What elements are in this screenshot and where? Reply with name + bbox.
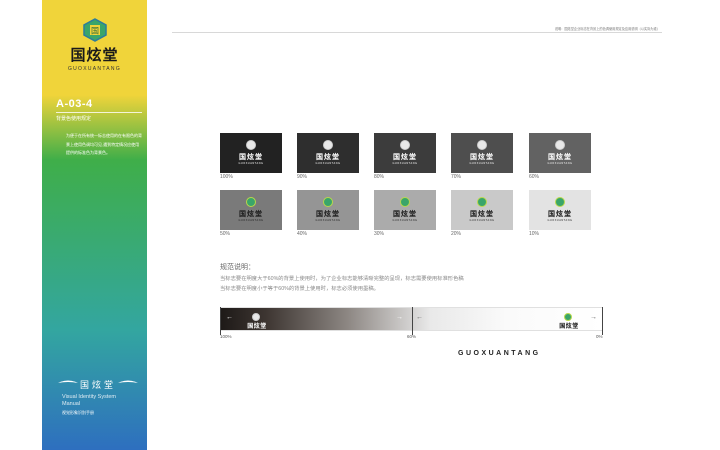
gradient-left-edge: [220, 307, 221, 335]
brand-name-en: GUOXUANTANG: [67, 66, 122, 72]
header-divider: [172, 32, 662, 33]
page-subtitle: 背景色使用规定: [56, 116, 92, 122]
swatch-percent-label: 70%: [451, 174, 462, 180]
color-swatch: 国炫堂 GUOXUANTANG: [451, 190, 513, 230]
footer-line-2: Manual: [62, 401, 81, 407]
swatch-logo-en: GUOXUANTANG: [315, 162, 341, 165]
swatch-percent-label: 50%: [220, 231, 231, 237]
wing-right-icon: [118, 380, 138, 383]
emblem-icon: [246, 197, 256, 207]
swatch-logo-en: GUOXUANTANG: [547, 162, 573, 165]
gradient-logo-color: 国炫堂: [552, 313, 586, 330]
footer-logo-text: 国炫堂: [80, 381, 117, 391]
color-swatch: 国炫堂 GUOXUANTANG: [374, 133, 436, 173]
swatch-logo-text: 国炫堂: [316, 209, 340, 218]
swatch-logo-en: GUOXUANTANG: [469, 219, 495, 222]
gradient-right-edge: [602, 307, 603, 335]
color-swatch: 国炫堂 GUOXUANTANG: [297, 190, 359, 230]
gradient-mid-edge: [412, 307, 413, 335]
swatch-logo-en: GUOXUANTANG: [238, 162, 264, 165]
swatch-logo-en: GUOXUANTANG: [547, 219, 573, 222]
gradient-logo-text: 国炫堂: [559, 323, 579, 330]
emblem-icon: 国: [83, 18, 107, 42]
rules-title: 规范说明：: [220, 264, 255, 271]
brand-logo: 国 国炫堂 GUOXUANTANG: [42, 0, 147, 95]
page-description: 为便于在所有统一标志使用的在有限色的背景上使用色调均可见,遇到特定情况应使用提供…: [66, 133, 142, 155]
color-swatch: 国炫堂 GUOXUANTANG: [529, 133, 591, 173]
bottom-brand-en: GUOXUANTANG: [458, 350, 541, 357]
sidebar: 国 国炫堂 GUOXUANTANG A-03-4 背景色使用规定 为便于在所有统…: [42, 0, 147, 450]
brand-name-cn: 国炫堂: [70, 46, 119, 64]
swatch-logo-text: 国炫堂: [548, 209, 572, 218]
swatch-logo-text: 国炫堂: [470, 209, 494, 218]
color-swatch: 国炫堂 GUOXUANTANG: [220, 190, 282, 230]
wing-left-icon: [58, 380, 78, 383]
swatch-percent-label: 80%: [374, 174, 385, 180]
emblem-icon: [555, 140, 565, 150]
gradient-logo-dark: 国炫堂: [240, 313, 274, 330]
gradient-label-mid: 60%: [407, 334, 417, 339]
arrow-left-icon: ←: [416, 314, 423, 321]
emblem-icon: [400, 197, 410, 207]
color-swatch: 国炫堂 GUOXUANTANG: [297, 133, 359, 173]
swatch-percent-label: 20%: [451, 231, 462, 237]
footer-line-3: 视觉形象识别手册: [62, 410, 94, 415]
emblem-icon: [323, 140, 333, 150]
emblem-icon: [246, 140, 256, 150]
color-swatch: 国炫堂 GUOXUANTANG: [374, 190, 436, 230]
swatch-logo-text: 国炫堂: [470, 152, 494, 161]
rules-line-2: 当标志要在明度小于等于60%的背景上使用时，标志必须使用墨稿。: [220, 286, 379, 292]
emblem-icon: [400, 140, 410, 150]
emblem-icon: [252, 313, 260, 321]
arrow-right-icon: →: [590, 314, 597, 321]
color-swatch: 国炫堂 GUOXUANTANG: [529, 190, 591, 230]
swatch-percent-label: 30%: [374, 231, 385, 237]
swatch-percent-label: 100%: [220, 174, 233, 180]
swatch-logo-en: GUOXUANTANG: [238, 219, 264, 222]
swatch-logo-en: GUOXUANTANG: [392, 162, 418, 165]
arrow-right-icon: →: [396, 314, 403, 321]
arrow-left-icon: ←: [226, 314, 233, 321]
gradient-label-right: 0%: [596, 334, 603, 339]
swatch-logo-text: 国炫堂: [393, 209, 417, 218]
emblem-icon: [555, 197, 565, 207]
gradient-logo-text: 国炫堂: [247, 323, 267, 330]
swatch-logo-text: 国炫堂: [239, 152, 263, 161]
footer-line-1: Visual Identity System: [62, 394, 117, 400]
emblem-icon: [477, 140, 487, 150]
swatch-logo-text: 国炫堂: [548, 152, 572, 161]
swatch-logo-text: 国炫堂: [393, 152, 417, 161]
emblem-icon: [323, 197, 333, 207]
emblem-icon: [564, 313, 572, 321]
swatch-logo-en: GUOXUANTANG: [315, 219, 341, 222]
swatch-percent-label: 40%: [297, 231, 308, 237]
swatch-percent-label: 90%: [297, 174, 308, 180]
divider: [56, 112, 142, 113]
swatch-logo-text: 国炫堂: [239, 209, 263, 218]
swatch-percent-label: 10%: [529, 231, 540, 237]
swatch-percent-label: 60%: [529, 174, 540, 180]
top-note: 说明：国炫堂企业标志在背景上的色调使用规定及应用说明（以实际为准）: [554, 27, 660, 31]
rules-line-1: 当标志要在明度大于60%的背景上使用时，为了企业标志能够清晰完整的呈现，标志需要…: [220, 276, 464, 282]
emblem-icon: [477, 197, 487, 207]
swatch-logo-en: GUOXUANTANG: [392, 219, 418, 222]
gradient-label-left: 100%: [220, 334, 232, 339]
color-swatch: 国炫堂 GUOXUANTANG: [451, 133, 513, 173]
swatch-logo-text: 国炫堂: [316, 152, 340, 161]
emblem-char: 国: [91, 27, 99, 36]
color-swatch: 国炫堂 GUOXUANTANG: [220, 133, 282, 173]
swatch-logo-en: GUOXUANTANG: [469, 162, 495, 165]
footer-logo: 国炫堂: [58, 378, 138, 391]
page-code: A-03-4: [56, 98, 93, 110]
